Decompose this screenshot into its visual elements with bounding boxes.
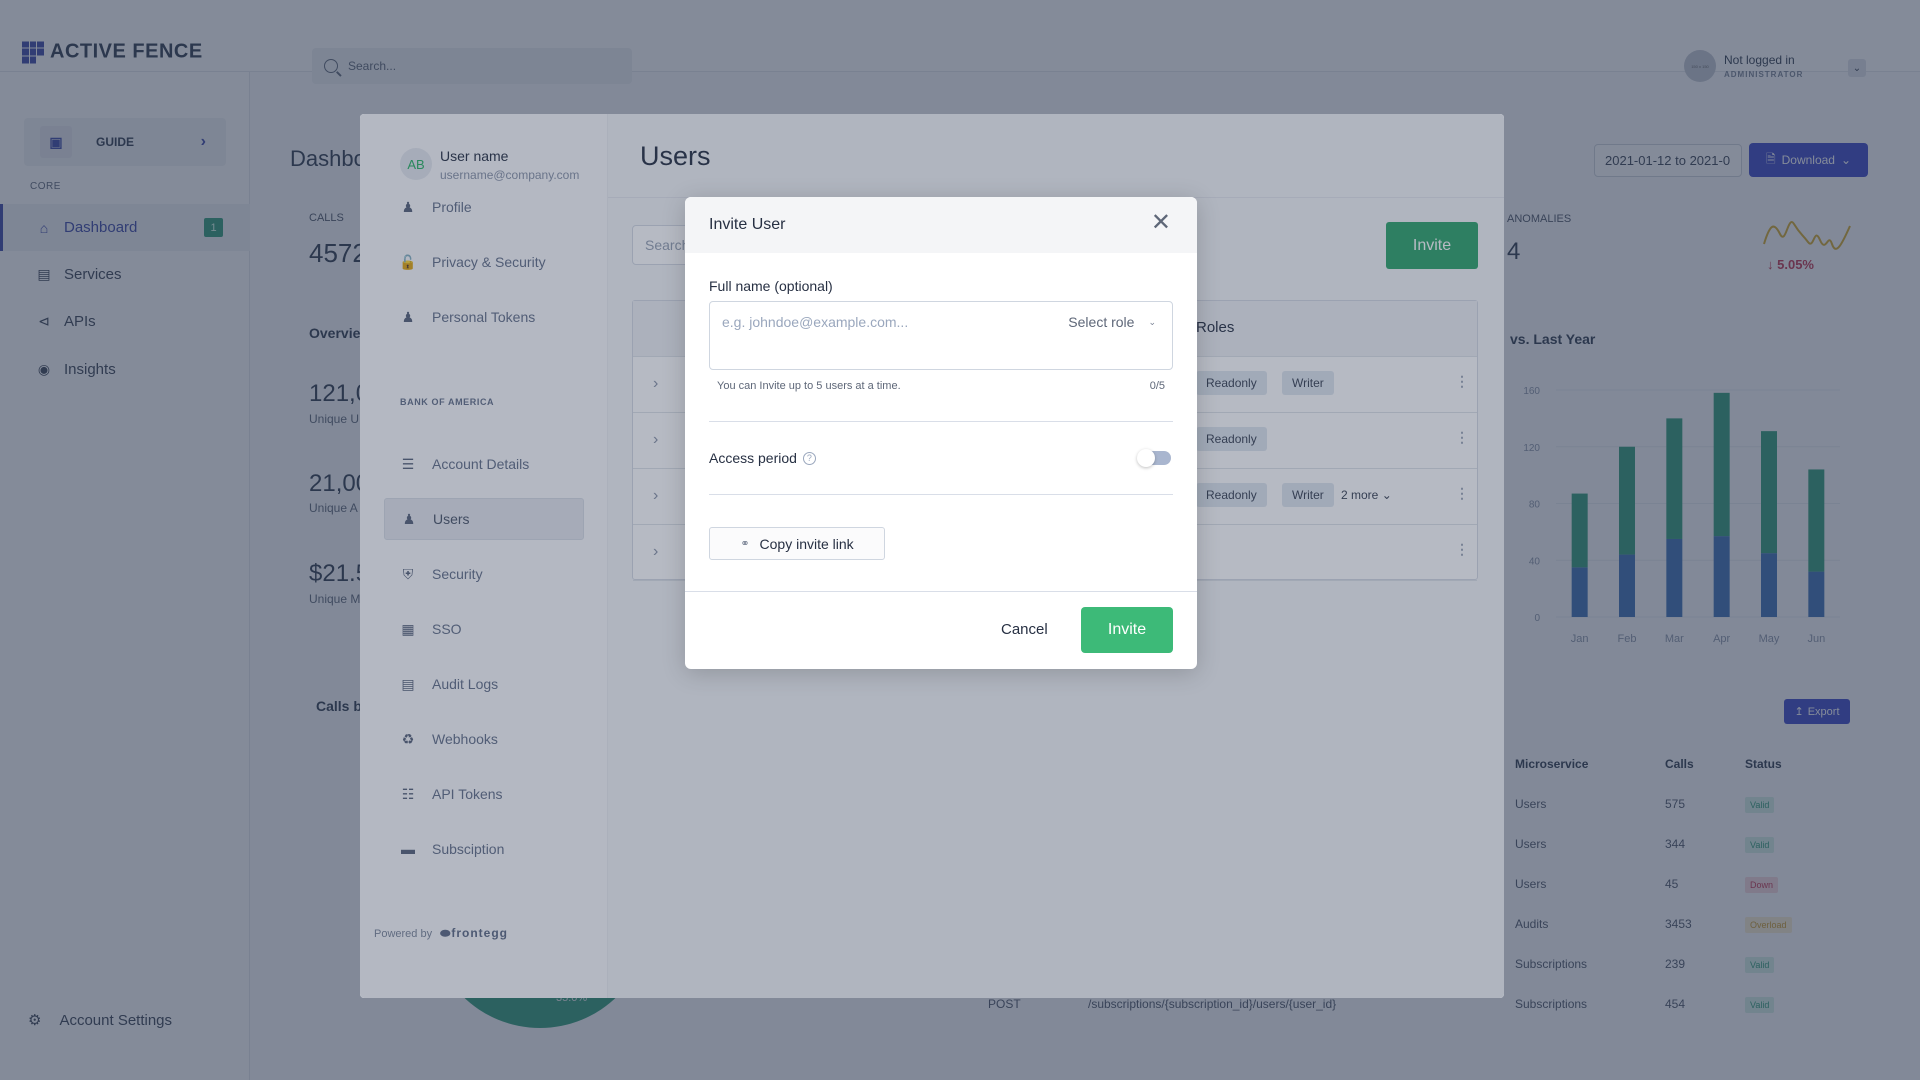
divider xyxy=(685,591,1197,592)
full-name-label: Full name (optional) xyxy=(709,278,833,294)
modal-header: Invite User ✕ xyxy=(685,197,1197,253)
cancel-button[interactable]: Cancel xyxy=(1001,621,1048,638)
invite-limit-hint: You can Invite up to 5 users at a time. xyxy=(717,380,901,392)
invite-email-field[interactable]: Select role ⌄ xyxy=(709,301,1173,370)
divider xyxy=(709,421,1173,422)
select-role-label: Select role xyxy=(1068,314,1135,330)
access-period-label: Access period xyxy=(709,450,797,466)
modal-title: Invite User xyxy=(709,216,786,233)
invite-user-modal: Invite User ✕ Full name (optional) Selec… xyxy=(685,197,1197,669)
divider xyxy=(709,494,1173,495)
chevron-down-icon: ⌄ xyxy=(1148,316,1156,327)
access-period-row: Access period ? xyxy=(709,450,816,466)
access-period-toggle[interactable] xyxy=(1137,449,1171,467)
invite-count: 0/5 xyxy=(1149,380,1165,392)
invite-button[interactable]: Invite xyxy=(1081,607,1173,653)
email-input[interactable] xyxy=(722,314,1022,330)
help-icon[interactable]: ? xyxy=(802,451,816,465)
select-role-dropdown[interactable]: Select role ⌄ xyxy=(1068,314,1156,330)
link-icon: ⚭ xyxy=(740,538,750,550)
copy-invite-link-button[interactable]: ⚭ Copy invite link xyxy=(709,527,885,560)
copy-invite-link-label: Copy invite link xyxy=(759,535,854,552)
close-icon[interactable]: ✕ xyxy=(1151,211,1171,235)
toggle-knob xyxy=(1137,449,1155,467)
